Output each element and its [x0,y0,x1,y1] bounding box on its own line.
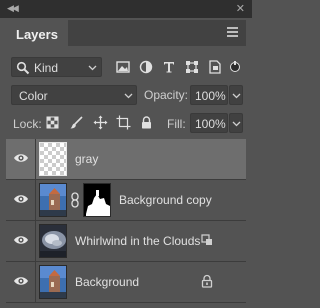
chevron-down-icon [124,93,133,99]
link-icon[interactable] [70,192,80,208]
opacity-slider-toggle[interactable] [229,85,243,105]
castle-photo [40,184,66,216]
close-panel-icon[interactable]: ✕ [236,2,245,15]
search-icon [16,61,30,75]
adjustment-filter-icon[interactable] [138,59,154,75]
lock-artboard-icon[interactable] [116,115,131,130]
layer-name[interactable]: gray [75,152,98,166]
visibility-eye-icon[interactable] [13,193,29,205]
clouds-photo [40,225,66,257]
layer-thumbnail[interactable] [39,224,67,258]
visibility-eye-icon[interactable] [13,152,29,164]
smart-object-filter-icon[interactable] [207,59,223,75]
lock-fill-row: Lock: Fill: 100% [11,112,243,134]
layer-name[interactable]: Whirlwind in the Clouds [75,234,200,248]
layer-name[interactable]: Background [75,275,139,289]
visibility-eye-icon[interactable] [13,234,29,246]
layer-row-background-copy[interactable]: Background copy [6,180,246,221]
filter-kind-select[interactable]: Kind [11,57,102,77]
chevron-down-icon [232,93,241,99]
divider [35,221,36,261]
layer-mask-thumbnail[interactable] [83,183,111,217]
fill-slider-toggle[interactable] [229,113,243,133]
chevron-down-icon [232,121,241,127]
layer-thumbnail[interactable] [39,142,67,176]
visibility-eye-icon[interactable] [13,275,29,287]
smart-object-icon [201,234,212,245]
layers-panel: Layers Kind Color Opacity: 100% Lock: Fi… [6,20,246,308]
layer-thumbnail[interactable] [39,265,67,299]
fill-value: 100% [195,117,226,131]
blend-opacity-row: Color Opacity: 100% [11,84,243,106]
opacity-value: 100% [195,89,226,103]
panel-menu-icon[interactable] [227,27,238,38]
lock-icon[interactable] [200,274,214,288]
panel-titlebar: ◀◀ ✕ [0,0,252,18]
castle-photo [40,266,66,298]
blend-mode-value: Color [19,89,48,103]
layer-filter-row: Kind [11,57,243,77]
divider [35,262,36,302]
transparency-checker [40,143,66,175]
fill-label: Fill: [167,117,186,131]
type-filter-icon[interactable] [161,59,177,75]
lock-position-icon[interactable] [93,115,108,130]
collapse-panels-icon[interactable]: ◀◀ [7,3,19,14]
layer-thumbnail[interactable] [39,183,67,217]
shape-filter-icon[interactable] [184,59,200,75]
layer-row-gray[interactable]: gray [6,139,246,180]
divider [35,180,36,220]
lock-all-icon[interactable] [139,115,154,130]
layer-row-whirlwind-in-the-clouds[interactable]: Whirlwind in the Clouds [6,221,246,262]
lock-label: Lock: [13,117,42,131]
opacity-input[interactable]: 100% [190,85,228,105]
mask-image [84,184,110,216]
filter-kind-label: Kind [34,61,59,75]
blend-mode-select[interactable]: Color [11,85,137,105]
fill-input[interactable]: 100% [190,113,228,133]
opacity-label: Opacity: [144,88,189,102]
layer-row-background[interactable]: Background [6,262,246,303]
lock-image-pixels-icon[interactable] [69,115,84,130]
divider [35,139,36,179]
panel-tab-bar: Layers [6,20,246,46]
tab-layers[interactable]: Layers [6,20,68,46]
filter-toggle-icon[interactable] [229,59,241,75]
chevron-down-icon [88,65,97,71]
image-filter-icon[interactable] [115,59,131,75]
layer-name[interactable]: Background copy [119,193,212,207]
lock-transparent-pixels-icon[interactable] [45,115,60,130]
